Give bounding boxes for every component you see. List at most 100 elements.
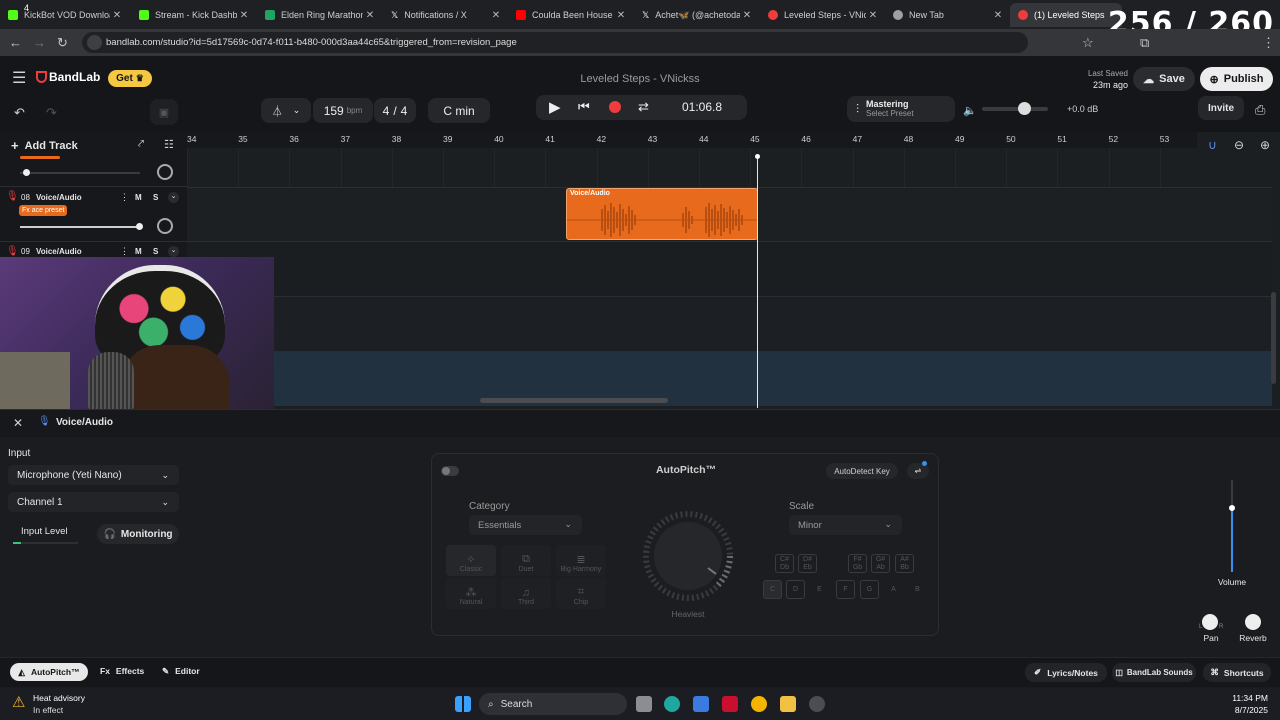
browser-tab[interactable]: 𝕏 Achet🦋 (@achetoday) ✕ (634, 3, 758, 27)
file-explorer-icon[interactable] (780, 696, 796, 712)
slider-thumb[interactable] (136, 223, 143, 230)
vertical-scrollbar[interactable] (1271, 292, 1276, 384)
scale-select[interactable]: Minor ⌄ (789, 515, 902, 535)
slider-thumb[interactable] (23, 169, 30, 176)
track-header-08[interactable]: 🎙 08 Voice/Audio ⋮ M S ⌄ Fx ace preset (0, 188, 187, 242)
fx-preset-badge[interactable]: Fx ace preset (19, 205, 68, 216)
key-c[interactable]: C (763, 580, 782, 599)
close-tab-icon[interactable]: ✕ (614, 10, 628, 21)
track-volume-slider[interactable] (20, 169, 140, 176)
tab-autopitch[interactable]: ◭ AutoPitch™ (10, 663, 88, 681)
get-membership-button[interactable]: Get ♛ (108, 70, 152, 87)
key-e[interactable]: E (810, 580, 829, 599)
track-settings-icon[interactable]: ☷ (164, 138, 174, 151)
track-volume-slider[interactable] (20, 223, 143, 230)
preset-chip[interactable]: ⌗ Chip (556, 578, 606, 609)
channel-select[interactable]: Channel 1 ⌄ (8, 492, 179, 512)
add-track-button[interactable]: + Add Track (11, 138, 78, 153)
invite-button[interactable]: Invite (1198, 96, 1244, 120)
track-more-icon[interactable]: ⋮ (120, 246, 129, 257)
snap-magnet-icon[interactable]: ∪ (1208, 138, 1217, 152)
key-d-sharp[interactable]: D# Eb (798, 554, 817, 573)
metronome-button[interactable]: ⏃ ⌄ (261, 98, 311, 123)
tab-effects[interactable]: Fx Effects (100, 666, 144, 676)
browser-tab[interactable]: New Tab ✕ (885, 3, 1009, 27)
redo-icon[interactable]: ↷ (46, 105, 57, 121)
mute-button[interactable]: M (135, 193, 142, 202)
key-g-sharp[interactable]: G# Ab (871, 554, 890, 573)
record-icon[interactable] (609, 101, 621, 113)
track-expand-icon[interactable]: ⌄ (168, 192, 179, 203)
time-signature-field[interactable]: 4/4 (374, 98, 416, 123)
input-device-select[interactable]: Microphone (Yeti Nano) ⌄ (8, 465, 179, 485)
playhead-line[interactable] (757, 156, 758, 408)
undo-icon[interactable]: ↶ (14, 105, 25, 121)
clock-time[interactable]: 11:34 PM (1210, 693, 1268, 703)
bookmark-star-icon[interactable]: ☆ (1082, 35, 1094, 51)
loop-icon[interactable]: ⇄ (638, 99, 649, 115)
key-d[interactable]: D (786, 580, 805, 599)
solo-button[interactable]: S (153, 247, 158, 256)
zoom-out-icon[interactable]: ⊖ (1234, 138, 1244, 152)
lyrics-notes-button[interactable]: ✐ Lyrics/Notes (1025, 663, 1107, 682)
track-lane-selected[interactable] (187, 351, 1272, 406)
solo-button[interactable]: S (153, 193, 158, 202)
weather-title[interactable]: Heat advisory (33, 693, 85, 703)
close-tab-icon[interactable]: ✕ (110, 10, 124, 21)
windows-start-icon[interactable] (455, 696, 471, 712)
project-title[interactable]: Leveled Steps - VNickss (540, 73, 740, 85)
hamburger-menu-icon[interactable]: ☰ (12, 68, 26, 88)
track-name[interactable]: Voice/Audio (36, 193, 82, 202)
key-a-sharp[interactable]: A# Bb (895, 554, 914, 573)
track-more-icon[interactable]: ⋮ (120, 192, 129, 203)
site-info-icon[interactable] (87, 35, 102, 50)
preset-big-harmony[interactable]: ≣ Big Harmony (556, 545, 606, 576)
forward-icon[interactable]: → (33, 35, 46, 50)
automation-icon[interactable]: ⤤ (138, 138, 144, 151)
reverb-knob[interactable] (1245, 614, 1261, 630)
monitoring-button[interactable]: 🎧 Monitoring (97, 524, 179, 544)
autodetect-key-button[interactable]: AutoDetect Key (826, 463, 898, 479)
gift-icon[interactable]: ⎙ (1255, 102, 1265, 118)
close-tab-icon[interactable]: ✕ (991, 10, 1005, 21)
back-icon[interactable]: ← (9, 35, 22, 50)
chrome-icon[interactable] (751, 696, 767, 712)
mute-button[interactable]: M (135, 247, 142, 256)
browser-tab[interactable]: Elden Ring Marathon ✕ (257, 3, 381, 27)
speaker-icon[interactable]: 🔈 (963, 104, 977, 117)
horizontal-scrollbar[interactable] (480, 398, 668, 403)
save-button[interactable]: ☁ Save (1133, 67, 1195, 91)
close-tab-icon[interactable]: ✕ (740, 10, 754, 21)
slider-thumb[interactable] (1018, 102, 1031, 115)
preset-duet[interactable]: ⧉ Duet (501, 545, 551, 576)
preset-natural[interactable]: ⁂ Natural (446, 578, 496, 609)
browser-tab-active[interactable]: (1) Leveled Steps (1010, 3, 1122, 27)
track-lane[interactable] (187, 241, 1272, 296)
close-tab-icon[interactable]: ✕ (866, 10, 880, 21)
mastering-button[interactable]: ⫶ Mastering Select Preset (847, 96, 955, 122)
reload-icon[interactable]: ↻ (57, 35, 68, 51)
track-name[interactable]: Voice/Audio (36, 247, 82, 256)
bandlab-sounds-button[interactable]: ◫ BandLab Sounds (1112, 663, 1196, 682)
task-view-icon[interactable] (636, 696, 652, 712)
key-f[interactable]: F (836, 580, 855, 599)
audio-clip[interactable]: Voice/Audio (566, 188, 758, 240)
weather-warning-icon[interactable]: ⚠ (12, 693, 25, 711)
skip-back-icon[interactable]: ⏮ (578, 99, 590, 115)
publish-button[interactable]: ⊕ Publish (1200, 67, 1273, 91)
pan-knob-large[interactable] (1202, 614, 1218, 630)
track-expand-icon[interactable]: ⌄ (168, 246, 179, 257)
pan-knob[interactable] (157, 218, 173, 234)
play-icon[interactable]: ▶ (549, 98, 561, 116)
key-g[interactable]: G (860, 580, 879, 599)
master-volume-slider[interactable] (982, 102, 1048, 115)
autopitch-toggle[interactable] (441, 466, 459, 476)
key-field[interactable]: C min (428, 98, 490, 123)
close-panel-icon[interactable]: ✕ (13, 416, 23, 430)
tempo-field[interactable]: 159 bpm (313, 98, 373, 123)
key-a[interactable]: A (884, 580, 903, 599)
close-tab-icon[interactable]: ✕ (237, 10, 251, 21)
browser-tab[interactable]: Coulda Been House 2 ✕ (508, 3, 632, 27)
key-f-sharp[interactable]: F# Gb (848, 554, 867, 573)
menu-icon[interactable]: ⋮ (1262, 35, 1275, 51)
